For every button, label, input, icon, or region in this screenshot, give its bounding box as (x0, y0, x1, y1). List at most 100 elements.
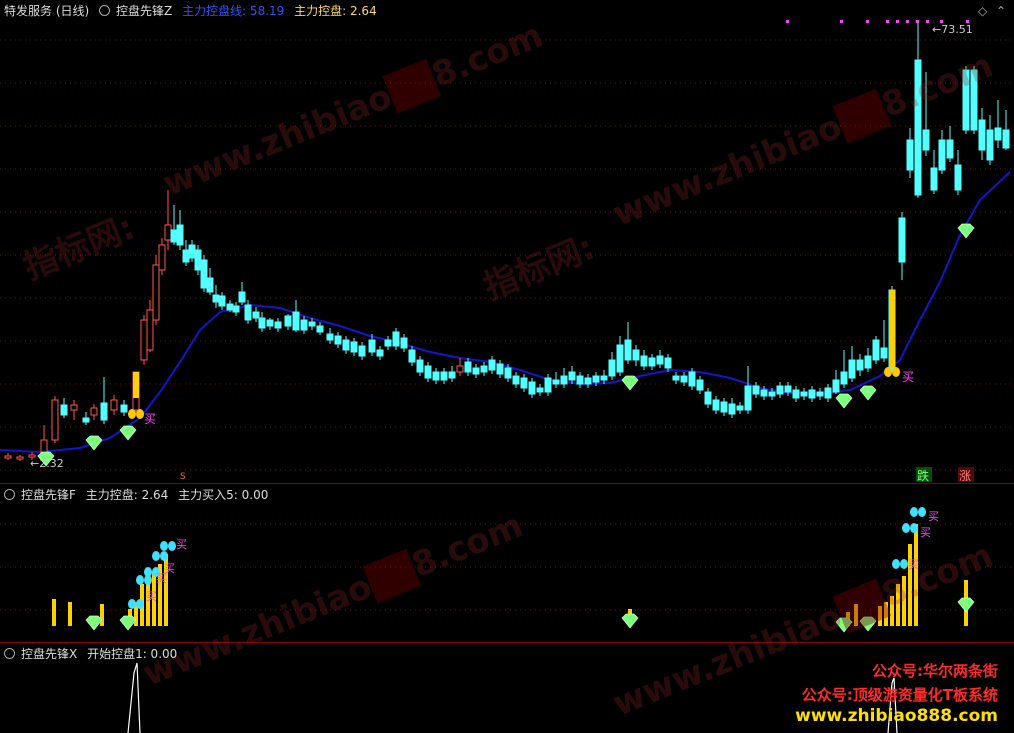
butterfly-icon (910, 507, 918, 517)
promo-line-3: www.zhibiao888.com (795, 706, 998, 726)
indicator-f-bar (100, 604, 104, 626)
butterfly-icon (136, 599, 144, 609)
promo-line-2: 公众号:顶级游资量化T板系统 (801, 686, 998, 704)
indicator-x-settings-icon[interactable] (4, 648, 15, 659)
butterfly-icon (168, 541, 176, 551)
indicator-f-bar (52, 599, 56, 626)
collapse-icon[interactable]: ⌃ (996, 4, 1006, 18)
indicator-f-bar (68, 602, 72, 626)
stock-title[interactable]: 特发服务 (日线) (4, 4, 89, 18)
indicator-f-bar (896, 584, 900, 626)
indicator-x-name[interactable]: 控盘先锋X (21, 647, 77, 661)
candle-body (110, 399, 118, 411)
buy-label: 买 (146, 590, 157, 603)
candle-body (592, 375, 600, 383)
indicator-name[interactable]: 控盘先锋Z (116, 4, 172, 18)
candle-body (824, 387, 832, 399)
candle-body (906, 139, 914, 171)
candle-body (120, 404, 128, 413)
candle-body (164, 224, 172, 241)
candle-body (792, 389, 800, 399)
price-chart[interactable]: ←73.51←2.32S买买跌涨 (0, 0, 1014, 483)
candle-body (238, 291, 246, 303)
candle-body (576, 375, 584, 385)
candle-body (252, 311, 260, 319)
candle-body (528, 381, 536, 395)
candle-body (496, 363, 504, 375)
buy-label: 买 (144, 412, 156, 426)
main-chart-panel[interactable]: ←73.51 ←2.32 S 买买跌涨 特发服务 (日线) 控盘先锋Z 主力控盘线: … (0, 0, 1014, 484)
candle-body (640, 355, 648, 367)
indicator-f-chart[interactable]: 买买买买买买买 (0, 484, 1014, 642)
indicator-f-bar (146, 582, 150, 626)
top-dot-marker (786, 20, 789, 23)
butterfly-icon (892, 367, 900, 377)
indicator-f-name[interactable]: 控盘先锋F (21, 488, 76, 502)
kp-line-label: 主力控盘线: 58.19 (182, 4, 285, 18)
indicator-settings-icon[interactable] (99, 5, 111, 16)
indicator-f-bar (884, 602, 888, 626)
butterfly-icon (136, 575, 144, 585)
candle-body (408, 349, 416, 363)
high-price-label: ←73.51 (932, 23, 973, 36)
candle-body (440, 371, 448, 381)
top-dot-marker (906, 20, 909, 23)
diamond-icon (119, 425, 137, 441)
candle-body (194, 249, 202, 271)
diamond-icon (835, 393, 853, 409)
indicator-f-header: 控盘先锋F 主力控盘: 2.64 主力买入5: 0.00 (4, 487, 274, 503)
diamond-toggle-icon[interactable]: ◇ (978, 4, 987, 18)
candle-body (182, 249, 190, 263)
candle-body (808, 389, 816, 399)
candle-body (316, 325, 324, 333)
diamond-icon (859, 616, 877, 632)
candle-body (816, 391, 824, 397)
diamond-icon (85, 435, 103, 451)
candle-body (848, 359, 856, 379)
candle-body (424, 365, 432, 379)
candle-body (464, 361, 472, 373)
candle-body (768, 391, 776, 397)
candle-body (584, 377, 592, 385)
candle-body (978, 119, 986, 151)
candle-body (736, 405, 744, 411)
indicator-f-bar (914, 524, 918, 626)
candle-body (914, 59, 922, 196)
candle-body (856, 359, 864, 371)
diamond-icon (835, 617, 853, 633)
butterfly-icon (152, 551, 160, 561)
butterfly-icon (160, 541, 168, 551)
candle-body (300, 319, 308, 331)
candle-body (616, 344, 624, 373)
candle-body (568, 371, 576, 381)
butterfly-icon (128, 409, 136, 419)
candle-body (704, 391, 712, 405)
butterfly-icon (160, 551, 168, 561)
signal-bar (889, 290, 895, 368)
candle-body (358, 345, 366, 357)
butterfly-icon (884, 367, 892, 377)
candle-body (946, 139, 954, 159)
candle-body (152, 264, 160, 321)
indicator-f-buy5-label: 主力买入5: 0.00 (178, 488, 269, 502)
candle-body (600, 375, 608, 381)
main-chart-header: 特发服务 (日线) 控盘先锋Z 主力控盘线: 58.19 主力控盘: 2.64 (4, 3, 383, 19)
buy-label: 买 (164, 562, 175, 575)
candle-body (90, 407, 98, 416)
top-dot-marker (916, 20, 919, 23)
candle-body (1002, 129, 1010, 149)
candle-body (664, 357, 672, 369)
candle-body (416, 359, 424, 373)
candle-body (832, 379, 840, 393)
start-kp-spike (127, 662, 141, 733)
diamond-icon (859, 385, 877, 401)
candle-body (728, 403, 736, 415)
candle-body (760, 389, 768, 397)
candle-body (16, 456, 24, 460)
butterfly-icon (128, 599, 136, 609)
promo-line-1: 公众号:华尔两条街 (872, 662, 998, 680)
candle-body (560, 375, 568, 385)
indicator-f-settings-icon[interactable] (4, 489, 15, 500)
indicator-f-panel[interactable]: 买买买买买买买 控盘先锋F 主力控盘: 2.64 主力买入5: 0.00 (0, 484, 1014, 643)
candle-body (776, 385, 784, 395)
